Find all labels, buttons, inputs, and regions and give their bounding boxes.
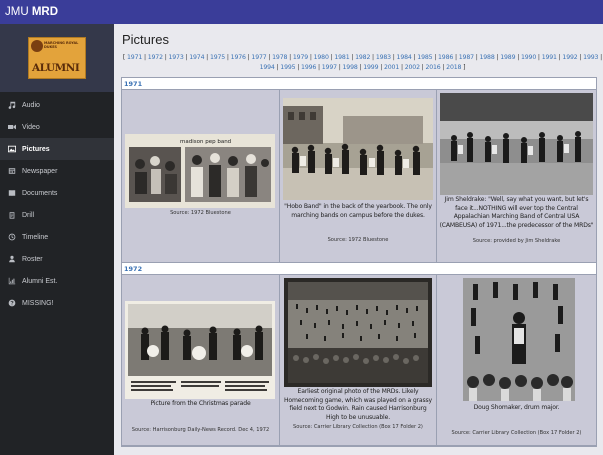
year-link-1991[interactable]: 1991 <box>542 54 557 61</box>
music-note-icon <box>7 101 16 110</box>
year-link-1997[interactable]: 1997 <box>322 64 337 71</box>
logo-big-text: ALUMNI <box>32 62 80 74</box>
year-links: [ 1971 | 1972 | 1973 | 1974 | 1975 | 197… <box>122 54 603 71</box>
sidebar-item-newspaper[interactable]: Newspaper <box>0 160 114 182</box>
year-link-1986[interactable]: 1986 <box>438 54 453 61</box>
top-navbar <box>114 0 603 24</box>
picture-cell: Doug Shomaker, drum major. Source: Carri… <box>437 275 596 445</box>
picture-cell: "Hobo Band" in the back of the yearbook.… <box>280 90 437 262</box>
year-link-1976[interactable]: 1976 <box>231 54 246 61</box>
picture-caption: Picture from the Christmas parade <box>150 400 251 407</box>
alumni-logo[interactable]: MARCHING ROYAL DUKES ALUMNI <box>28 37 86 79</box>
year-link-1994[interactable]: 1994 <box>260 64 275 71</box>
page-title: Pictures <box>122 32 169 47</box>
user-icon <box>7 255 16 264</box>
site-brand[interactable]: JMU MRD <box>0 0 114 24</box>
year-link-2016[interactable]: 2016 <box>425 64 440 71</box>
picture-caption: Jim Sheldrake: "Well, say what you want,… <box>439 196 594 229</box>
picture-source: Source: provided by Jim Sheldrake <box>472 238 561 244</box>
newspaper-icon <box>7 167 16 176</box>
year-link-1998[interactable]: 1998 <box>343 64 358 71</box>
pictures-row: madison pep band Source: 1972 Bluestone <box>122 90 596 263</box>
year-link-1989[interactable]: 1989 <box>500 54 515 61</box>
year-link-1996[interactable]: 1996 <box>301 64 316 71</box>
logo-seal-icon <box>31 40 43 52</box>
sidebar-item-video[interactable]: Video <box>0 116 114 138</box>
video-camera-icon <box>7 123 16 132</box>
picture-source: Source: Carrier Library Collection (Box … <box>293 424 423 430</box>
photo-christmas-parade[interactable] <box>125 301 275 399</box>
year-link-1978[interactable]: 1978 <box>272 54 287 61</box>
picture-source: Source: Carrier Library Collection (Box … <box>451 430 582 436</box>
year-link-1982[interactable]: 1982 <box>355 54 370 61</box>
sidebar: JMU MRD MARCHING ROYAL DUKES ALUMNI Audi… <box>0 0 114 455</box>
picture-cell: Picture from the Christmas parade Source… <box>122 275 280 445</box>
logo-small-text: MARCHING ROYAL DUKES <box>44 41 79 49</box>
main-content: Pictures [ 1971 | 1972 | 1973 | 1974 | 1… <box>114 24 603 455</box>
photo-cambeusa[interactable] <box>440 93 593 195</box>
year-link-1983[interactable]: 1983 <box>376 54 391 61</box>
photo-drum-major[interactable] <box>463 278 575 401</box>
sidebar-item-drill[interactable]: Drill <box>0 204 114 226</box>
year-link-1975[interactable]: 1975 <box>210 54 225 61</box>
year-link-1985[interactable]: 1985 <box>417 54 432 61</box>
sidebar-item-audio[interactable]: Audio <box>0 94 114 116</box>
year-link-1974[interactable]: 1974 <box>189 54 204 61</box>
sidebar-nav: Audio Video Pictures Newspaper Documents… <box>0 94 114 314</box>
clipboard-icon <box>7 211 16 220</box>
year-link-1973[interactable]: 1973 <box>168 54 183 61</box>
year-link-1971[interactable]: 1971 <box>127 54 142 61</box>
book-icon <box>7 189 16 198</box>
image-icon <box>7 145 16 154</box>
year-link-2002[interactable]: 2002 <box>405 64 420 71</box>
year-link-1981[interactable]: 1981 <box>334 54 349 61</box>
year-link-1993[interactable]: 1993 <box>583 54 598 61</box>
photo-homecoming-field[interactable] <box>284 278 432 387</box>
picture-caption: "Hobo Band" in the back of the yearbook.… <box>284 203 432 219</box>
sidebar-item-roster[interactable]: Roster <box>0 248 114 270</box>
year-link-1972[interactable]: 1972 <box>148 54 163 61</box>
picture-cell: Earliest original photo of the MRDs. Lik… <box>280 275 437 445</box>
clock-icon <box>7 233 16 242</box>
logo-area: MARCHING ROYAL DUKES ALUMNI <box>0 24 114 92</box>
picture-caption: Earliest original photo of the MRDs. Lik… <box>283 388 433 421</box>
pictures-table: 1971 madison pep band Source: 1972 Blues… <box>121 77 597 447</box>
year-link-1995[interactable]: 1995 <box>280 64 295 71</box>
bar-chart-icon <box>7 277 16 286</box>
photo-title-text: madison pep band <box>180 139 231 145</box>
picture-caption: Doug Shomaker, drum major. <box>473 404 560 411</box>
pictures-row: Picture from the Christmas parade Source… <box>122 275 596 446</box>
year-link-1987[interactable]: 1987 <box>459 54 474 61</box>
photo-hobo-band[interactable] <box>283 98 433 200</box>
sidebar-item-missing[interactable]: MISSING! <box>0 292 114 314</box>
year-link-1977[interactable]: 1977 <box>251 54 266 61</box>
year-link-1988[interactable]: 1988 <box>479 54 494 61</box>
year-link-2001[interactable]: 2001 <box>384 64 399 71</box>
year-link-1980[interactable]: 1980 <box>314 54 329 61</box>
year-link-1979[interactable]: 1979 <box>293 54 308 61</box>
year-link-1992[interactable]: 1992 <box>562 54 577 61</box>
year-link-1999[interactable]: 1999 <box>363 64 378 71</box>
photo-madison-pep-band[interactable]: madison pep band <box>125 134 275 208</box>
sidebar-item-pictures[interactable]: Pictures <box>0 138 114 160</box>
picture-cell: Jim Sheldrake: "Well, say what you want,… <box>437 90 596 262</box>
year-header-1972[interactable]: 1972 <box>122 263 596 275</box>
year-link-1990[interactable]: 1990 <box>521 54 536 61</box>
sidebar-item-alumni-est[interactable]: Alumni Est. <box>0 270 114 292</box>
year-header-1971[interactable]: 1971 <box>122 78 596 90</box>
picture-source: Source: 1972 Bluestone <box>170 210 231 216</box>
year-link-2018[interactable]: 2018 <box>446 64 461 71</box>
picture-cell: madison pep band Source: 1972 Bluestone <box>122 90 280 262</box>
sidebar-item-timeline[interactable]: Timeline <box>0 226 114 248</box>
picture-source: Source: 1972 Bluestone <box>327 237 389 243</box>
year-link-1984[interactable]: 1984 <box>397 54 412 61</box>
picture-source: Source: Harrisonburg Daily-News Record. … <box>131 427 270 433</box>
sidebar-item-documents[interactable]: Documents <box>0 182 114 204</box>
question-circle-icon <box>7 299 16 308</box>
